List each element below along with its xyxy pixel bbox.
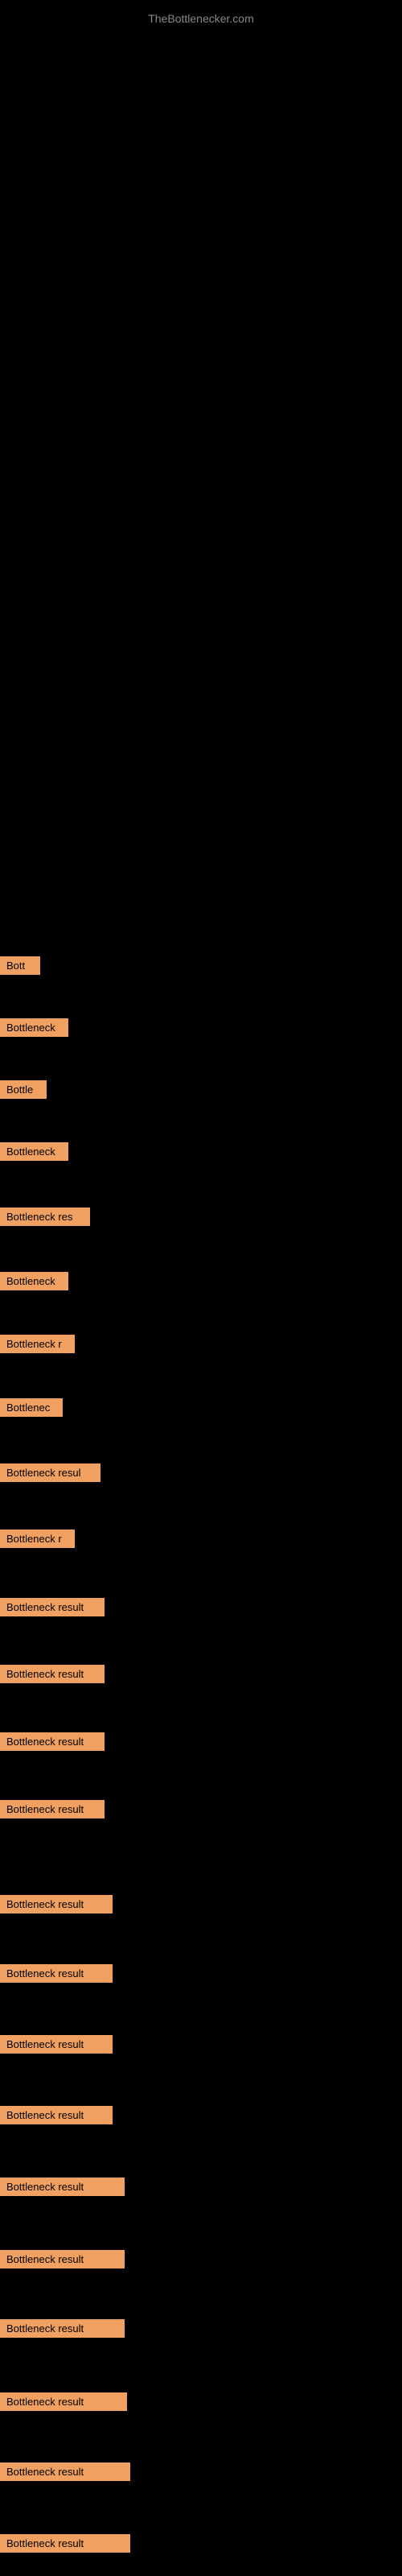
bottleneck-result-item[interactable]: Bottleneck result — [0, 2106, 113, 2124]
bottleneck-result-item[interactable]: Bottleneck — [0, 1142, 68, 1161]
bottleneck-result-item[interactable]: Bottleneck result — [0, 1665, 105, 1683]
bottleneck-result-item[interactable]: Bottle — [0, 1080, 47, 1099]
bottleneck-result-item[interactable]: Bottleneck result — [0, 1598, 105, 1616]
bottleneck-result-item[interactable]: Bottleneck r — [0, 1335, 75, 1353]
bottleneck-result-item[interactable]: Bottleneck result — [0, 2534, 130, 2553]
bottleneck-result-item[interactable]: Bottleneck resul — [0, 1463, 100, 1482]
bottleneck-result-item[interactable]: Bottleneck result — [0, 2462, 130, 2481]
bottleneck-result-item[interactable]: Bottleneck — [0, 1018, 68, 1037]
bottleneck-result-item[interactable]: Bottleneck res — [0, 1208, 90, 1226]
bottleneck-result-item[interactable]: Bottleneck r — [0, 1530, 75, 1548]
bottleneck-result-item[interactable]: Bottleneck — [0, 1272, 68, 1290]
bottleneck-result-item[interactable]: Bottleneck result — [0, 2250, 125, 2268]
bottleneck-result-item[interactable]: Bottleneck result — [0, 2392, 127, 2411]
bottleneck-result-item[interactable]: Bottleneck result — [0, 2178, 125, 2196]
bottleneck-result-item[interactable]: Bottleneck result — [0, 1800, 105, 1818]
site-title: TheBottlenecker.com — [0, 4, 402, 33]
bottleneck-result-item[interactable]: Bott — [0, 956, 40, 975]
bottleneck-result-item[interactable]: Bottleneck result — [0, 1895, 113, 1913]
bottleneck-result-item[interactable]: Bottleneck result — [0, 1964, 113, 1983]
bottleneck-result-item[interactable]: Bottlenec — [0, 1398, 63, 1417]
bottleneck-result-item[interactable]: Bottleneck result — [0, 1732, 105, 1751]
bottleneck-result-item[interactable]: Bottleneck result — [0, 2035, 113, 2054]
bottleneck-result-item[interactable]: Bottleneck result — [0, 2319, 125, 2338]
